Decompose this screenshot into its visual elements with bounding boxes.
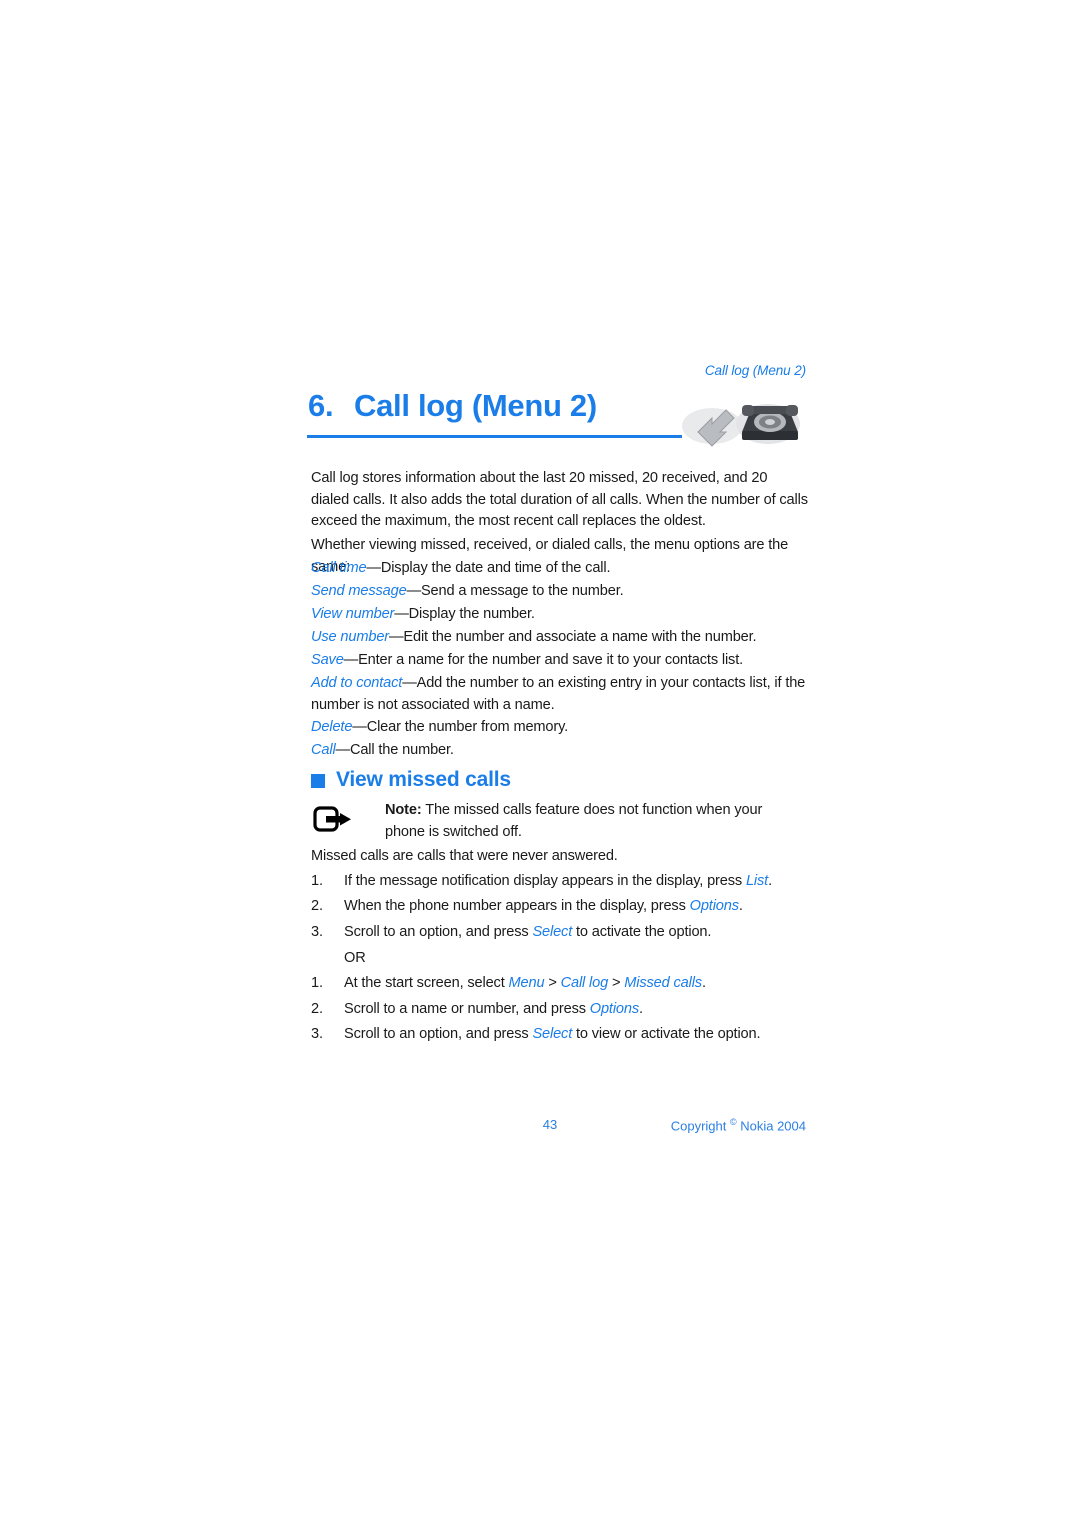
option-dash: —: [366, 560, 381, 576]
option-term: View number: [311, 606, 395, 622]
softkey-label: Options: [589, 1001, 640, 1017]
option-send-message: Send message—Send a message to the numbe…: [311, 581, 809, 603]
copyright-notice: Copyright © Nokia 2004: [600, 1117, 806, 1133]
option-term: Call time: [311, 560, 367, 576]
list-marker: 3.: [311, 1026, 323, 1042]
copyright-suffix: Nokia 2004: [736, 1118, 806, 1134]
option-term: Use number: [311, 629, 389, 645]
manual-page: Call log (Menu 2) 6. Call log (Menu 2) C…: [0, 0, 1080, 1528]
note-body: The missed calls feature does not functi…: [385, 802, 763, 840]
option-call-time: Call time—Display the date and time of t…: [311, 558, 809, 580]
copyright-symbol: ©: [729, 1117, 737, 1127]
list-marker: 1.: [311, 873, 323, 889]
option-dash: —: [402, 675, 417, 691]
menu-path-separator-2: >: [608, 975, 625, 991]
lead-in-text: Missed calls are calls that were never a…: [311, 848, 618, 864]
list-item-text: At the start screen, select Menu > Call …: [344, 973, 809, 995]
chapter-title-text: Call log (Menu 2): [354, 388, 597, 423]
menu-path-separator-1: >: [544, 975, 561, 991]
square-bullet-icon: [311, 774, 325, 788]
option-dash: —: [394, 606, 409, 622]
step-text-pre: When the phone number appears in the dis…: [344, 898, 690, 914]
softkey-label: List: [745, 873, 769, 889]
step-text-pre: Scroll to an option, and press: [344, 1026, 533, 1042]
option-term: Add to contact: [311, 675, 403, 691]
option-term: Send message: [311, 583, 407, 599]
option-call: Call—Call the number.: [311, 740, 809, 762]
option-dash: —: [389, 629, 404, 645]
option-definition: Edit the number and associate a name wit…: [403, 629, 757, 645]
option-dash: —: [352, 719, 367, 735]
option-add-to-contact: Add to contact—Add the number to an exis…: [311, 673, 809, 716]
option-dash: —: [335, 742, 351, 758]
menu-path-segment-3: Missed calls: [624, 975, 702, 991]
option-term: Save: [311, 652, 344, 668]
list-marker: 2.: [311, 898, 323, 914]
or-divider: OR: [311, 948, 366, 970]
page-number: 43: [542, 1117, 558, 1132]
step-text-pre: Scroll to an option, and press: [344, 924, 533, 940]
step-text-pre: At the start screen, select: [344, 975, 509, 991]
list-item: 3. Scroll to an option, and press Select…: [311, 1024, 809, 1046]
step-text-post: .: [639, 1001, 643, 1017]
list-item-text: Scroll to an option, and press Select to…: [344, 1024, 809, 1046]
option-dash: —: [343, 652, 359, 668]
option-definition: Display the number.: [408, 606, 535, 622]
note-arrow-icon: [313, 805, 353, 833]
menu-path-segment-2: Call log: [560, 975, 609, 991]
page-title: 6. Call log (Menu 2): [308, 388, 597, 424]
step-text-pre: Scroll to a name or number, and press: [344, 1001, 590, 1017]
step-text-post: to activate the option.: [572, 924, 712, 940]
option-term: Delete: [311, 719, 353, 735]
or-label: OR: [344, 950, 366, 966]
step-text-post: .: [738, 898, 743, 914]
option-delete: Delete—Clear the number from memory.: [311, 717, 809, 739]
option-term: Call: [311, 742, 336, 758]
option-definition: Call the number.: [349, 742, 454, 758]
option-definition: Clear the number from memory.: [366, 719, 569, 735]
list-item: 1. If the message notification display a…: [311, 871, 809, 893]
option-definition: Enter a name for the number and save it …: [358, 652, 744, 668]
note-label: Note:: [385, 802, 422, 818]
list-marker: 1.: [311, 975, 323, 991]
chapter-number: 6.: [308, 388, 334, 423]
list-item: 2. Scroll to a name or number, and press…: [311, 999, 809, 1021]
list-marker: 2.: [311, 1001, 323, 1017]
list-marker: 3.: [311, 924, 323, 940]
section-heading-view-missed-calls: View missed calls: [311, 768, 511, 793]
softkey-label: Select: [532, 924, 573, 940]
option-dash: —: [406, 583, 422, 599]
step-text-post: .: [701, 975, 706, 991]
option-save: Save—Enter a name for the number and sav…: [311, 650, 809, 672]
title-rule: [307, 435, 682, 438]
option-view-number: View number—Display the number.: [311, 604, 809, 626]
option-definition: Send a message to the number.: [420, 583, 624, 599]
list-item-text: Scroll to an option, and press Select to…: [344, 922, 809, 944]
copyright-prefix: Copyright: [670, 1118, 730, 1134]
menu-path-segment-1: Menu: [508, 975, 545, 991]
option-definition: Display the date and time of the call.: [380, 560, 611, 576]
softkey-label: Select: [532, 1026, 573, 1042]
step-text-pre: If the message notification display appe…: [344, 873, 746, 889]
note-text: Note: The missed calls feature does not …: [385, 800, 785, 843]
section-heading-label: View missed calls: [336, 768, 511, 791]
list-item-text: When the phone number appears in the dis…: [344, 896, 809, 918]
list-item-text: If the message notification display appe…: [344, 871, 809, 893]
intro-paragraph-1: Call log stores information about the la…: [311, 470, 808, 529]
list-item-text: Scroll to a name or number, and press Op…: [344, 999, 809, 1021]
step-text-post: to view or activate the option.: [572, 1026, 761, 1042]
telephone-arrow-icon: [672, 392, 804, 450]
step-text-post: .: [768, 873, 772, 889]
option-use-number: Use number—Edit the number and associate…: [311, 627, 809, 649]
running-head: Call log (Menu 2): [704, 363, 806, 378]
list-item: 1. At the start screen, select Menu > Ca…: [311, 973, 809, 995]
softkey-label: Options: [689, 898, 739, 914]
list-item: 2. When the phone number appears in the …: [311, 896, 809, 918]
list-item: 3. Scroll to an option, and press Select…: [311, 922, 809, 944]
